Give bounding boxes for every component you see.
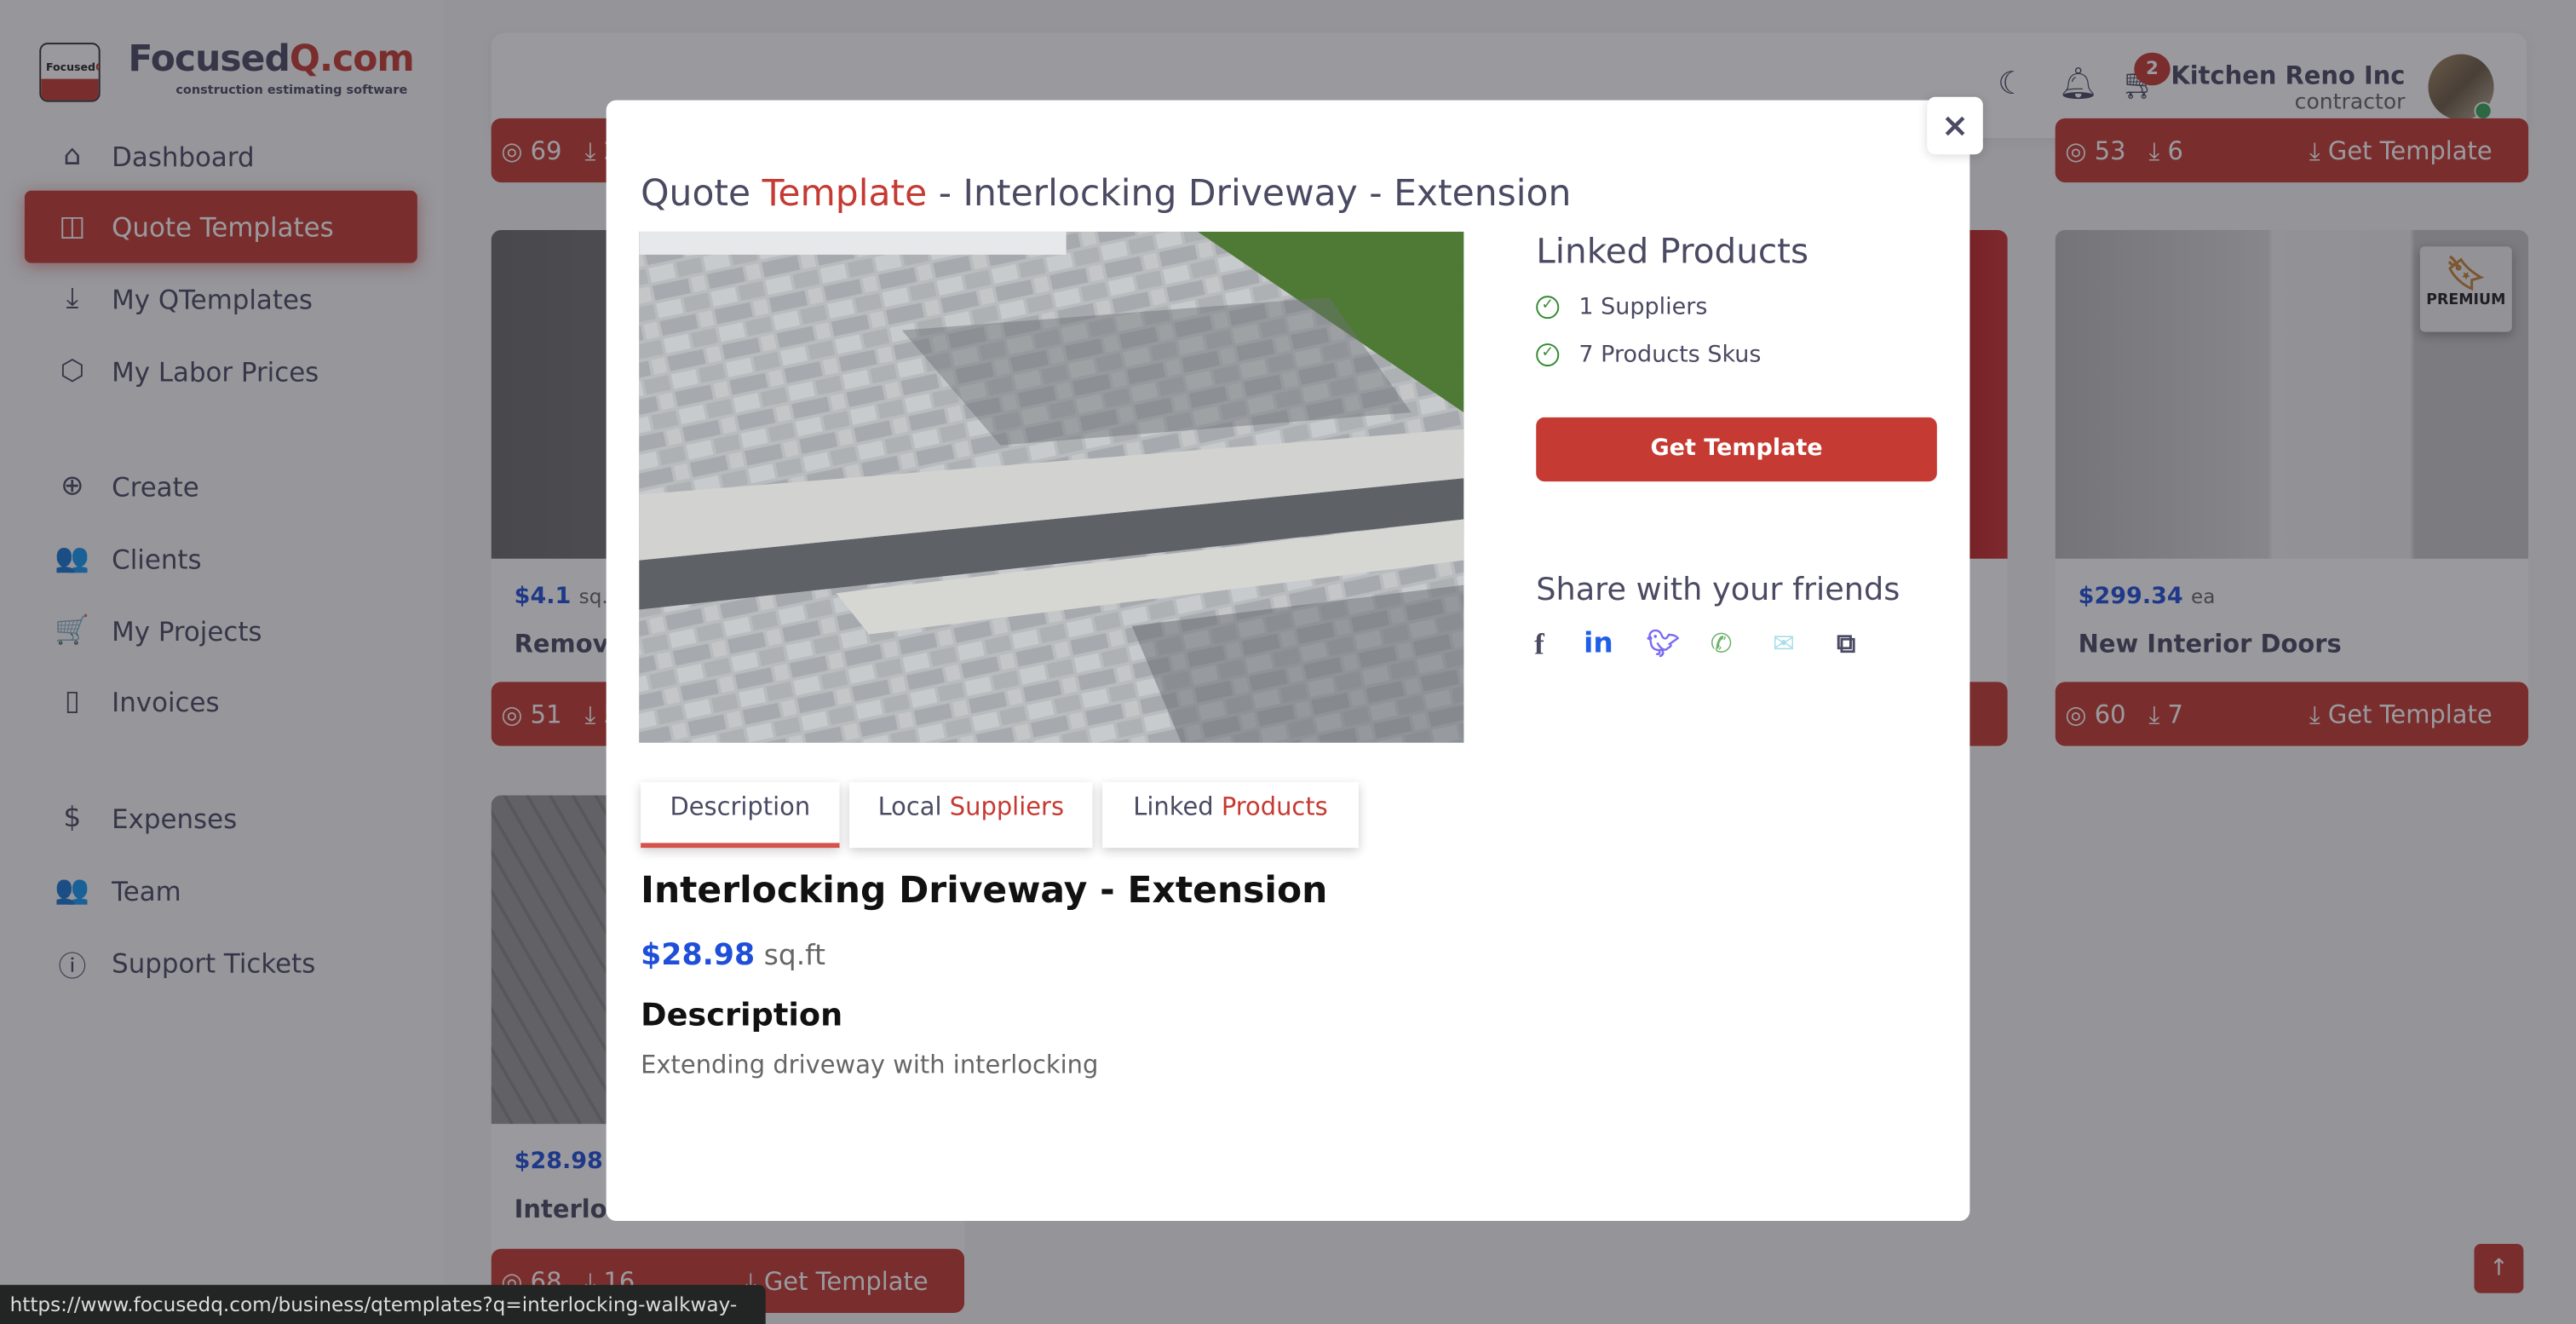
- close-button[interactable]: ×: [1927, 96, 1983, 155]
- template-image: [639, 231, 1464, 743]
- product-title: Interlocking Driveway - Extension: [641, 871, 1328, 912]
- tab-local-suppliers[interactable]: Local Suppliers: [849, 782, 1093, 849]
- description-heading: Description: [641, 997, 843, 1034]
- copy-icon[interactable]: ⧉: [1837, 628, 1855, 661]
- facebook-icon[interactable]: f: [1534, 628, 1544, 663]
- linkedin-icon[interactable]: in: [1584, 628, 1613, 661]
- share-heading: Share with your friends: [1536, 572, 1900, 608]
- tab-description[interactable]: Description: [641, 782, 840, 849]
- check-circle-icon: ✓: [1536, 296, 1560, 319]
- product-unit: sq.ft: [763, 940, 825, 973]
- linked-item: ✓ 1 Suppliers: [1536, 294, 1707, 320]
- modal-title: Quote Template - Interlocking Driveway -…: [641, 174, 1572, 216]
- email-icon[interactable]: ✉: [1773, 628, 1795, 659]
- twitter-icon[interactable]: 🐦︎: [1646, 628, 1679, 659]
- tab-linked-products[interactable]: Linked Products: [1102, 782, 1359, 849]
- product-price: $28.98: [641, 938, 756, 973]
- linked-item: ✓ 7 Products Skus: [1536, 342, 1761, 368]
- get-template-button[interactable]: Get Template: [1536, 417, 1937, 482]
- whatsapp-icon[interactable]: ✆: [1711, 628, 1733, 659]
- linked-products-heading: Linked Products: [1536, 231, 1809, 272]
- check-circle-icon: ✓: [1536, 343, 1560, 367]
- description-text: Extending driveway with interlocking: [641, 1050, 1099, 1080]
- status-bar-url: https://www.focusedq.com/business/qtempl…: [0, 1285, 766, 1324]
